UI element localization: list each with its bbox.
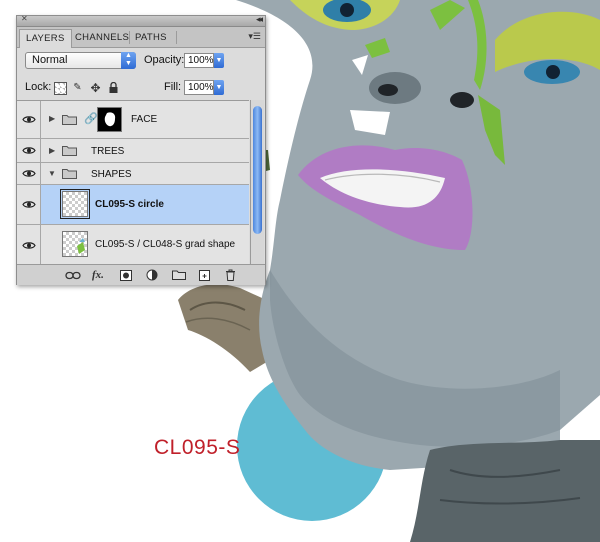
close-icon[interactable]: ✕ [21, 14, 28, 23]
lock-transparent-icon[interactable] [54, 82, 67, 95]
layer-row-grad-shape[interactable]: CL095-S / CL048-S grad shape [17, 225, 249, 265]
panel-tab-bar: LAYERS CHANNELS PATHS ▾☰ [17, 27, 265, 48]
layer-name: CL095-S circle [95, 199, 164, 210]
folder-icon [62, 146, 77, 156]
tab-layers[interactable]: LAYERS [19, 29, 72, 48]
folder-icon [62, 169, 77, 179]
layers-scrollbar[interactable] [250, 100, 264, 264]
visibility-eye-icon[interactable] [17, 101, 41, 138]
layer-name: CL095-S / CL048-S grad shape [95, 239, 236, 250]
layer-thumbnail[interactable] [60, 189, 90, 219]
panel-menu-icon[interactable]: ▾☰ [248, 31, 261, 42]
lock-label: Lock: [25, 81, 52, 93]
lock-pixels-brush-icon[interactable]: ✎ [72, 82, 83, 93]
blend-mode-value: Normal [32, 54, 68, 66]
layer-row-trees[interactable]: ▶ TREES [17, 139, 249, 163]
fill-input[interactable]: 100% [184, 80, 214, 95]
adjustment-icon[interactable] [146, 269, 158, 281]
layer-row-shapes[interactable]: ▼ SHAPES [17, 163, 249, 185]
layer-row-circle[interactable]: CL095-S circle [17, 185, 249, 225]
visibility-eye-icon[interactable] [17, 225, 41, 265]
mask-link-icon[interactable]: 🔗 [84, 112, 98, 125]
tab-channels[interactable]: CHANNELS [69, 29, 135, 47]
fill-dropdown-icon[interactable]: ▼ [214, 80, 224, 95]
visibility-eye-icon[interactable] [17, 139, 41, 162]
fill-label: Fill: [164, 81, 182, 93]
link-icon[interactable] [65, 269, 81, 281]
select-arrows-icon: ▲ ▼ [121, 52, 136, 69]
collapse-triangle-icon[interactable]: ▼ [48, 169, 56, 178]
visibility-eye-icon[interactable] [17, 185, 41, 224]
layer-name: TREES [91, 146, 125, 157]
visibility-eye-icon[interactable] [17, 163, 41, 184]
panel-titlebar[interactable]: ✕ ◂◂ [17, 14, 265, 27]
layer-thumbnail[interactable] [62, 231, 88, 257]
layer-mask-thumbnail[interactable] [97, 107, 122, 132]
lock-position-move-icon[interactable]: ✥ [90, 81, 101, 95]
fx-icon[interactable]: fx. [92, 269, 104, 281]
expand-triangle-icon[interactable]: ▶ [49, 146, 55, 155]
opacity-dropdown-icon[interactable]: ▼ [214, 53, 224, 68]
color-code-caption: CL095-S [154, 436, 241, 459]
wood-texture [178, 284, 270, 372]
opacity-input[interactable]: 100% [184, 53, 214, 68]
layer-row-face[interactable]: ▶ 🔗 FACE [17, 101, 249, 139]
tab-paths[interactable]: PATHS [129, 29, 173, 47]
collapse-icon[interactable]: ◂◂ [256, 14, 263, 25]
mask-icon[interactable] [120, 269, 132, 281]
opacity-label: Opacity: [144, 54, 185, 66]
tab-divider [176, 31, 177, 44]
lock-all-icon[interactable] [108, 82, 119, 93]
layers-panel: ✕ ◂◂ LAYERS CHANNELS PATHS ▾☰ Normal ▲ ▼ … [16, 14, 266, 285]
layer-name: FACE [131, 114, 158, 125]
folder-icon [62, 115, 77, 125]
layer-name: SHAPES [91, 169, 132, 180]
expand-triangle-icon[interactable]: ▶ [49, 114, 55, 123]
new-layer-icon[interactable] [199, 269, 210, 281]
trash-icon[interactable] [225, 269, 236, 281]
scrollbar-thumb[interactable] [253, 106, 262, 234]
panel-footer: fx. [17, 264, 265, 285]
new-group-icon[interactable] [172, 269, 186, 281]
blend-mode-select[interactable]: Normal ▲ ▼ [25, 52, 136, 69]
layers-list: ▶ 🔗 FACE ▶ TREES ▼ SHAPES CL095-S circle… [17, 100, 249, 265]
